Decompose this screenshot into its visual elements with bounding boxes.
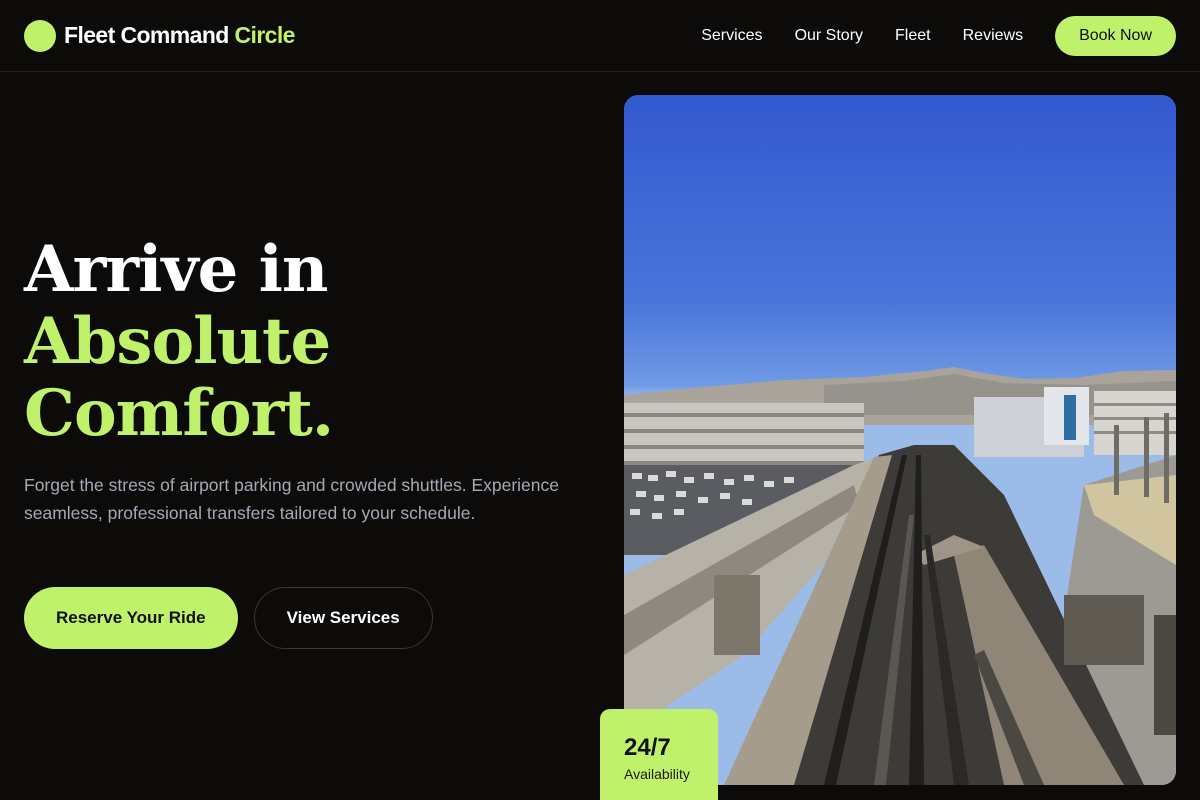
top-nav: Fleet Command Circle Services Our Story … [0, 0, 1200, 72]
badge-value: 24/7 [624, 734, 671, 761]
availability-badge: 24/7 Availability [600, 709, 718, 800]
hero-title: Arrive in Absolute Comfort. [24, 234, 584, 450]
nav-links: Services Our Story Fleet Reviews Book No… [701, 0, 1176, 72]
hero-buttons: Reserve Your Ride View Services [24, 587, 433, 649]
nav-link-services[interactable]: Services [701, 27, 762, 45]
logo-icon[interactable] [24, 19, 56, 52]
badge-label: Availability [624, 766, 690, 782]
nav-link-reviews[interactable]: Reviews [963, 27, 1023, 45]
hero-title-line-2: Absolute [24, 304, 331, 379]
hero-description: Forget the stress of airport parking and… [24, 475, 559, 523]
airport-train-illustration [624, 367, 1176, 785]
hero-title-line-1: Arrive in [24, 232, 328, 307]
brand-logo[interactable]: Fleet Command Circle [64, 22, 295, 49]
nav-link-fleet[interactable]: Fleet [895, 27, 931, 45]
hero-title-line-3: Comfort. [24, 376, 334, 451]
brand-accent: Circle [234, 22, 296, 48]
hero-image [624, 95, 1176, 785]
reserve-ride-button[interactable]: Reserve Your Ride [24, 587, 238, 649]
book-now-button[interactable]: Book Now [1055, 16, 1176, 56]
view-services-button[interactable]: View Services [253, 587, 433, 649]
nav-link-our-story[interactable]: Our Story [795, 27, 863, 45]
brand-name: Fleet Command [64, 22, 229, 48]
